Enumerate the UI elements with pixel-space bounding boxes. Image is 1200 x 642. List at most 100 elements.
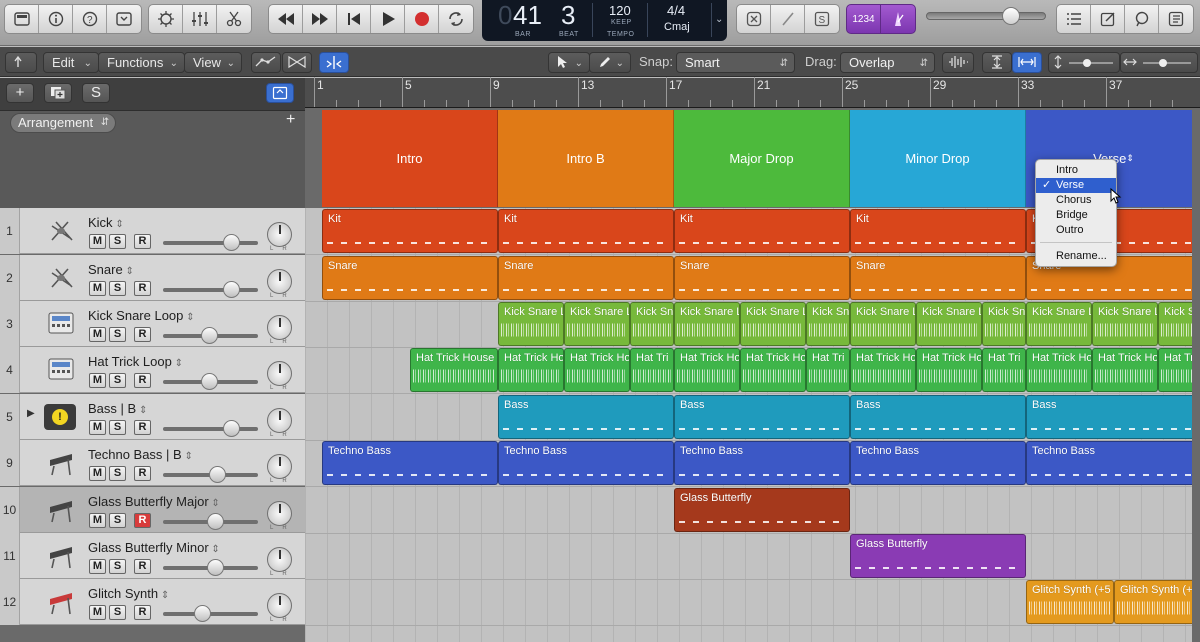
lcd-key[interactable]: Cmaj bbox=[664, 21, 690, 33]
volume-fader-knob[interactable] bbox=[207, 559, 224, 576]
volume-fader-knob[interactable] bbox=[194, 605, 211, 622]
loop-region[interactable]: Hat Trick House bbox=[564, 348, 630, 392]
tuner-button[interactable] bbox=[771, 5, 805, 33]
loop-region[interactable]: Kick Snare Loop bbox=[1092, 302, 1158, 346]
track-name[interactable]: Glitch Synth ⇕ bbox=[88, 586, 169, 601]
volume-fader[interactable] bbox=[163, 513, 258, 530]
play-button[interactable] bbox=[371, 5, 405, 33]
record-enable-button[interactable]: R bbox=[134, 234, 151, 249]
pan-knob[interactable] bbox=[267, 361, 292, 386]
rename-menu-item[interactable]: Rename... bbox=[1036, 249, 1116, 264]
kit-region[interactable]: Kit bbox=[850, 209, 1026, 253]
record-enable-button[interactable]: R bbox=[134, 327, 151, 342]
popup-menu-item[interactable]: Chorus bbox=[1036, 193, 1116, 208]
disclosure-triangle-icon[interactable]: ▶ bbox=[27, 408, 35, 419]
loop-region[interactable]: Kick Snare Loop bbox=[498, 302, 564, 346]
loop-region[interactable]: Kick Snare Loop bbox=[564, 302, 630, 346]
loop-region[interactable]: Hat Trick House bbox=[1092, 348, 1158, 392]
loop-region[interactable]: Hat Trick House bbox=[916, 348, 982, 392]
volume-fader[interactable] bbox=[163, 373, 258, 390]
arrangement-marker[interactable]: Minor Drop bbox=[850, 110, 1026, 207]
track-header[interactable]: 2 Snare ⇕ M S R LR bbox=[0, 255, 305, 301]
track-header[interactable]: 1 Kick ⇕ M S R LR bbox=[0, 208, 305, 254]
bar-ruler[interactable]: 1 5 9 13 17 21 25 29 33 37 bbox=[305, 77, 1200, 108]
loop-region[interactable]: Kick Snare Loop bbox=[740, 302, 806, 346]
snare-region[interactable]: Snare bbox=[498, 256, 674, 300]
record-enable-button[interactable]: R bbox=[134, 605, 151, 620]
loop-region[interactable]: Hat Trick House bbox=[410, 348, 498, 392]
arrangement-marker[interactable]: Major Drop bbox=[674, 110, 850, 207]
track-name[interactable]: Bass | B ⇕ bbox=[88, 401, 147, 416]
loop-browser-button[interactable] bbox=[1125, 5, 1159, 33]
pan-knob[interactable] bbox=[267, 547, 292, 572]
mixer-button[interactable] bbox=[183, 5, 217, 33]
loop-region[interactable]: Kick Sn bbox=[806, 302, 850, 346]
metronome-button[interactable] bbox=[881, 5, 915, 33]
kit-region[interactable]: Kit bbox=[674, 209, 850, 253]
volume-fader[interactable] bbox=[163, 281, 258, 298]
waveform-zoom-button[interactable] bbox=[942, 52, 974, 73]
lcd-menu-chevron-icon[interactable]: ⌄ bbox=[715, 14, 723, 25]
kit-region[interactable]: Kit bbox=[498, 209, 674, 253]
techno-bass-region[interactable]: Techno Bass bbox=[322, 441, 498, 485]
note-pad-button[interactable] bbox=[1091, 5, 1125, 33]
volume-fader[interactable] bbox=[163, 420, 258, 437]
snap-select[interactable]: Smart ⇵ bbox=[676, 52, 795, 73]
mute-button[interactable]: M bbox=[89, 373, 106, 388]
mute-button[interactable]: M bbox=[89, 513, 106, 528]
loop-region[interactable]: Kick Snare Loop bbox=[674, 302, 740, 346]
add-marker-button[interactable]: + bbox=[286, 111, 295, 129]
track-name[interactable]: Techno Bass | B ⇕ bbox=[88, 447, 193, 462]
horizontal-zoom-slider[interactable] bbox=[1120, 52, 1198, 73]
automation-button[interactable] bbox=[251, 52, 281, 73]
loop-region[interactable]: Kick Sn bbox=[982, 302, 1026, 346]
solo-button[interactable]: S bbox=[109, 420, 126, 435]
track-header[interactable]: 9 Techno Bass | B ⇕ M S R LR bbox=[0, 440, 305, 486]
toolbar-toggle-button[interactable] bbox=[107, 5, 141, 33]
record-enable-button[interactable]: R bbox=[134, 281, 151, 296]
loop-region[interactable]: Kick Snare Loop bbox=[1026, 302, 1092, 346]
pan-knob[interactable] bbox=[267, 408, 292, 433]
replace-button[interactable] bbox=[737, 5, 771, 33]
flex-button[interactable] bbox=[282, 52, 312, 73]
quick-help-button[interactable]: ? bbox=[73, 5, 107, 33]
mute-button[interactable]: M bbox=[89, 605, 106, 620]
solo-button[interactable]: S bbox=[109, 466, 126, 481]
loop-region[interactable]: Hat Tri bbox=[630, 348, 674, 392]
techno-bass-region[interactable]: Techno Bass bbox=[850, 441, 1026, 485]
track-header[interactable]: 10 Glass Butterfly Major ⇕ M S R LR bbox=[0, 487, 305, 533]
go-to-beginning-button[interactable] bbox=[337, 5, 371, 33]
track-name[interactable]: Kick ⇕ bbox=[88, 215, 124, 230]
bass-region[interactable]: Bass bbox=[674, 395, 850, 439]
pan-knob[interactable] bbox=[267, 315, 292, 340]
duplicate-track-button[interactable] bbox=[44, 83, 72, 103]
volume-fader-knob[interactable] bbox=[207, 513, 224, 530]
vertical-zoom-slider[interactable] bbox=[1048, 52, 1120, 73]
pan-knob[interactable] bbox=[267, 222, 292, 247]
snare-region[interactable]: Snare bbox=[674, 256, 850, 300]
global-tracks-button[interactable] bbox=[266, 83, 294, 103]
track-name[interactable]: Kick Snare Loop ⇕ bbox=[88, 308, 195, 323]
track-header[interactable]: 11 Glass Butterfly Minor ⇕ M S R LR bbox=[0, 533, 305, 579]
volume-fader-knob[interactable] bbox=[201, 327, 218, 344]
solo-button[interactable]: S bbox=[109, 513, 126, 528]
pan-knob[interactable] bbox=[267, 454, 292, 479]
arrangement-marker[interactable]: Intro bbox=[322, 110, 498, 207]
popup-menu-item[interactable]: Outro bbox=[1036, 223, 1116, 238]
loop-region[interactable]: Hat Trick House bbox=[740, 348, 806, 392]
loop-region[interactable]: Hat Trick House bbox=[674, 348, 740, 392]
track-name[interactable]: Glass Butterfly Minor ⇕ bbox=[88, 540, 220, 555]
track-name[interactable]: Glass Butterfly Major ⇕ bbox=[88, 494, 220, 509]
volume-fader-knob[interactable] bbox=[223, 420, 240, 437]
smart-controls-button[interactable] bbox=[149, 5, 183, 33]
record-enable-button[interactable]: R bbox=[134, 466, 151, 481]
list-editors-button[interactable] bbox=[1057, 5, 1091, 33]
record-enable-button[interactable]: R bbox=[134, 559, 151, 574]
loop-region[interactable]: Hat Trick House bbox=[850, 348, 916, 392]
lcd-signature[interactable]: 4/4 bbox=[667, 3, 685, 18]
rewind-button[interactable] bbox=[269, 5, 303, 33]
volume-fader[interactable] bbox=[163, 327, 258, 344]
popup-menu-item[interactable]: ✓ Verse bbox=[1036, 178, 1116, 193]
volume-fader-knob[interactable] bbox=[201, 373, 218, 390]
volume-fader[interactable] bbox=[163, 234, 258, 251]
